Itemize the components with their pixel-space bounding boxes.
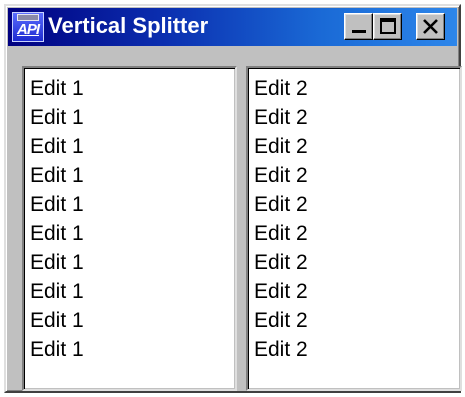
text-line: Edit 1 xyxy=(30,77,84,100)
text-line: Edit 2 xyxy=(254,106,308,129)
text-line: Edit 2 xyxy=(254,280,308,303)
text-line: Edit 2 xyxy=(254,222,308,245)
close-icon xyxy=(423,19,438,34)
text-line: Edit 1 xyxy=(30,280,84,303)
app-icon-tab xyxy=(17,14,39,21)
edit-pane-right-text: Edit 2 Edit 2 Edit 2 Edit 2 Edit 2 Edit 2 Edit… xyxy=(254,74,308,364)
text-line: Edit 1 xyxy=(30,193,84,216)
maximize-icon xyxy=(380,18,396,34)
text-line: Edit 1 xyxy=(30,106,84,129)
vertical-splitter-handle[interactable] xyxy=(237,66,246,391)
text-line: Edit 1 xyxy=(30,222,84,245)
text-line: Edit 2 xyxy=(254,338,308,361)
text-line: Edit 2 xyxy=(254,193,308,216)
close-button[interactable] xyxy=(416,13,445,40)
text-line: Edit 2 xyxy=(254,135,308,158)
app-icon[interactable]: API xyxy=(12,12,44,42)
text-line: Edit 1 xyxy=(30,251,84,274)
text-line: Edit 1 xyxy=(30,338,84,361)
edit-pane-right[interactable]: Edit 2 Edit 2 Edit 2 Edit 2 Edit 2 Edit 2 Edit… xyxy=(246,66,462,391)
minimize-icon xyxy=(352,30,366,33)
minimize-button[interactable] xyxy=(344,13,373,40)
text-line: Edit 1 xyxy=(30,309,84,332)
edit-pane-left-text: Edit 1 Edit 1 Edit 1 Edit 1 Edit 1 Edit 1 Edit… xyxy=(30,74,84,364)
text-line: Edit 1 xyxy=(30,135,84,158)
text-line: Edit 1 xyxy=(30,164,84,187)
text-line: Edit 2 xyxy=(254,309,308,332)
window-title: Vertical Splitter xyxy=(48,13,209,38)
edit-pane-left[interactable]: Edit 1 Edit 1 Edit 1 Edit 1 Edit 1 Edit 1 Edit… xyxy=(22,66,237,391)
maximize-button[interactable] xyxy=(373,13,402,40)
title-bar[interactable]: API Vertical Splitter xyxy=(8,8,457,46)
text-line: Edit 2 xyxy=(254,164,308,187)
text-line: Edit 2 xyxy=(254,77,308,100)
app-icon-label: API xyxy=(16,21,40,38)
text-line: Edit 2 xyxy=(254,251,308,274)
app-window: API Vertical Splitter Edit 1 Edit 1 Edit 1… xyxy=(4,4,462,393)
